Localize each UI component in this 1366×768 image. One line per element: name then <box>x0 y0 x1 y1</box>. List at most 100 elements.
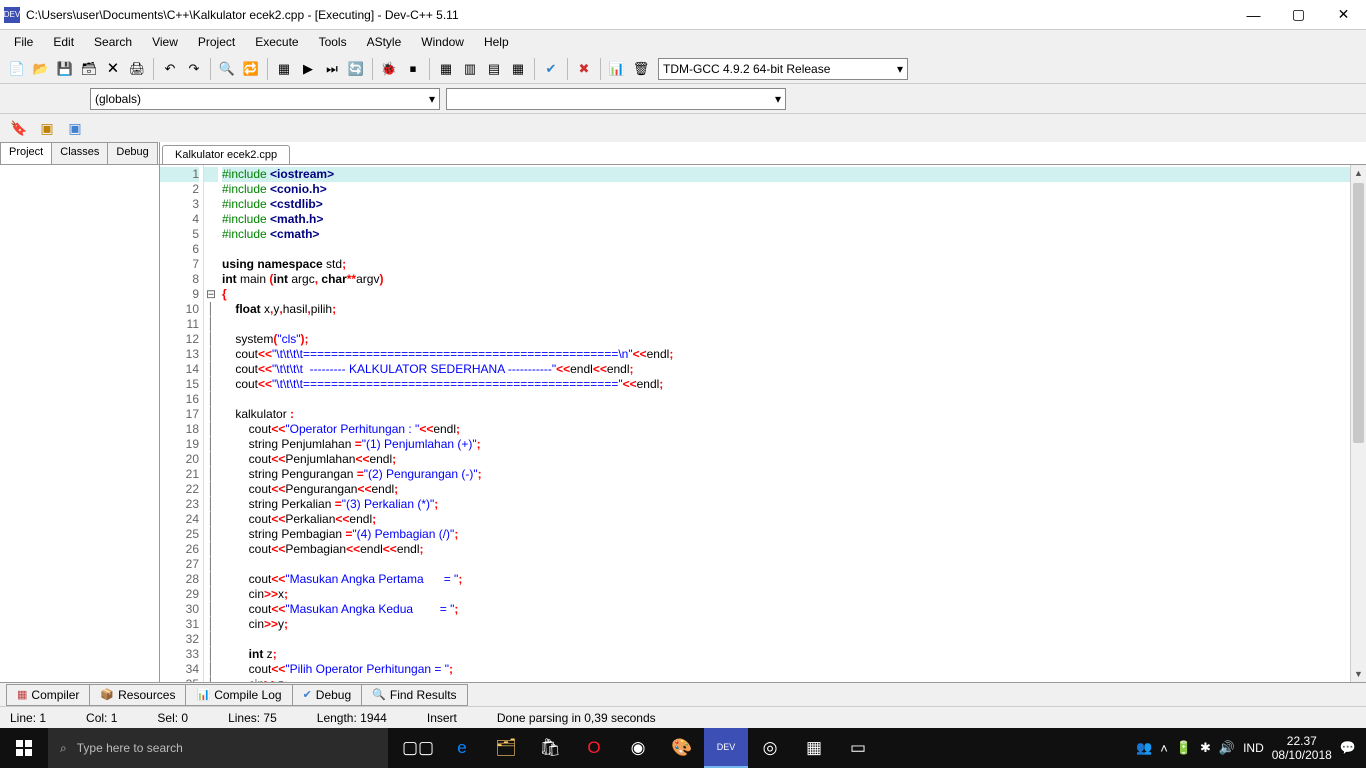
sidebar-tab-project[interactable]: Project <box>0 142 52 164</box>
compiler-combo-value: TDM-GCC 4.9.2 64-bit Release <box>663 62 830 76</box>
tab-icon: ✔ <box>303 688 312 701</box>
scope-combo[interactable]: ▾ <box>446 88 786 110</box>
clock[interactable]: 22.37 08/10/2018 <box>1272 734 1332 762</box>
windows-taskbar: ⌕ Type here to search ▢▢ e 🗂 🛍 O ◉ 🎨 DEV… <box>0 728 1366 768</box>
wifi-icon[interactable]: ✱ <box>1200 740 1211 756</box>
chevron-down-icon: ▾ <box>775 92 781 106</box>
menu-help[interactable]: Help <box>474 32 519 52</box>
insert-icon[interactable]: ▣ <box>64 117 86 139</box>
groove-icon[interactable]: ◎ <box>748 728 792 768</box>
tool-c-button[interactable]: ▤ <box>483 58 505 80</box>
menu-astyle[interactable]: AStyle <box>357 32 412 52</box>
rebuild-button[interactable]: 🔄 <box>345 58 367 80</box>
status-bar: Line: 1 Col: 1 Sel: 0 Lines: 75 Length: … <box>0 706 1366 728</box>
language-indicator[interactable]: IND <box>1243 741 1264 755</box>
tool-a-button[interactable]: ▦ <box>435 58 457 80</box>
print-button[interactable]: 🖨 <box>126 58 148 80</box>
line-number-gutter: 1234567891011121314151617181920212223242… <box>160 165 204 682</box>
menu-window[interactable]: Window <box>411 32 474 52</box>
menu-file[interactable]: File <box>4 32 43 52</box>
store-icon[interactable]: 🛍 <box>528 728 572 768</box>
chrome-icon[interactable]: ◉ <box>616 728 660 768</box>
open-button[interactable]: 📂 <box>30 58 52 80</box>
tool-d-button[interactable]: ▦ <box>507 58 529 80</box>
secondary-toolbar: (globals) ▾ ▾ <box>0 84 1366 114</box>
check-button[interactable]: ✔ <box>540 58 562 80</box>
taskbar-apps: ▢▢ e 🗂 🛍 O ◉ 🎨 DEV ◎ ▦ ▭ <box>396 728 880 768</box>
paint-icon[interactable]: 🎨 <box>660 728 704 768</box>
scroll-up-icon[interactable]: ▲ <box>1351 165 1366 181</box>
taskview-icon[interactable]: ▢▢ <box>396 728 440 768</box>
tab-icon: ▦ <box>17 688 27 701</box>
title-bar: DEV C:\Users\user\Documents\C++\Kalkulat… <box>0 0 1366 30</box>
replace-button[interactable]: 🔁 <box>240 58 262 80</box>
tab-icon: 📦 <box>100 688 114 701</box>
menu-tools[interactable]: Tools <box>309 32 357 52</box>
bookmark-icon[interactable]: 🔖 <box>8 117 30 139</box>
vertical-scrollbar[interactable]: ▲ ▼ <box>1350 165 1366 682</box>
explorer-icon[interactable]: 🗂 <box>484 728 528 768</box>
battery-icon[interactable]: 🔋 <box>1176 740 1192 756</box>
opera-icon[interactable]: O <box>572 728 616 768</box>
trash-button[interactable]: 🗑 <box>630 58 652 80</box>
globals-combo-value: (globals) <box>95 92 141 106</box>
taskbar-search[interactable]: ⌕ Type here to search <box>48 728 388 768</box>
save-all-button[interactable]: 🗃 <box>78 58 100 80</box>
bottom-tab-resources[interactable]: 📦Resources <box>89 684 186 706</box>
save-button[interactable]: 💾 <box>54 58 76 80</box>
close-file-button[interactable]: 🗙 <box>102 58 124 80</box>
fold-column[interactable]: ⊟││││││││││││││││││││││││││ <box>204 165 218 682</box>
edge-icon[interactable]: e <box>440 728 484 768</box>
editor-tab[interactable]: Kalkulator ecek2.cpp <box>162 145 290 164</box>
tool-b-button[interactable]: ▥ <box>459 58 481 80</box>
scrollbar-thumb[interactable] <box>1353 183 1364 443</box>
sidebar-tab-classes[interactable]: Classes <box>51 142 108 164</box>
tab-icon: 📊 <box>196 688 210 701</box>
code-area[interactable]: 1234567891011121314151617181920212223242… <box>160 164 1366 682</box>
find-button[interactable]: 🔍 <box>216 58 238 80</box>
new-file-button[interactable]: 📄 <box>6 58 28 80</box>
compile-button[interactable]: ▦ <box>273 58 295 80</box>
globals-combo[interactable]: (globals) ▾ <box>90 88 440 110</box>
chevron-down-icon: ▾ <box>897 62 903 76</box>
minimize-button[interactable]: — <box>1231 0 1276 30</box>
profile-button[interactable]: 📊 <box>606 58 628 80</box>
people-icon[interactable]: 👥 <box>1136 740 1152 756</box>
status-length: Length: 1944 <box>317 711 387 725</box>
bottom-tab-compiler[interactable]: ▦Compiler <box>6 684 90 706</box>
maximize-button[interactable]: ▢ <box>1276 0 1321 30</box>
cmd-icon[interactable]: ▭ <box>836 728 880 768</box>
tab-label: Find Results <box>390 688 457 702</box>
sidebar-tab-debug[interactable]: Debug <box>107 142 157 164</box>
sidebar-tabs: ProjectClassesDebug <box>0 142 159 164</box>
goto-icon[interactable]: ▣ <box>36 117 58 139</box>
volume-icon[interactable]: 🔊 <box>1219 740 1235 756</box>
calculator-icon[interactable]: ▦ <box>792 728 836 768</box>
bottom-tab-find-results[interactable]: 🔍 Find Results <box>361 684 467 706</box>
code-content[interactable]: #include <iostream>#include <conio.h>#in… <box>218 165 1366 682</box>
close-button[interactable]: ✕ <box>1321 0 1366 30</box>
menu-edit[interactable]: Edit <box>43 32 84 52</box>
editor-tabs: Kalkulator ecek2.cpp <box>160 142 1366 164</box>
menu-project[interactable]: Project <box>188 32 245 52</box>
scroll-down-icon[interactable]: ▼ <box>1351 666 1366 682</box>
run-button[interactable]: ▶ <box>297 58 319 80</box>
redo-button[interactable]: ↷ <box>183 58 205 80</box>
bottom-tab-debug[interactable]: ✔Debug <box>292 684 363 706</box>
menu-execute[interactable]: Execute <box>245 32 308 52</box>
undo-button[interactable]: ↶ <box>159 58 181 80</box>
tab-icon: 🔍 <box>372 688 386 701</box>
devcpp-icon[interactable]: DEV <box>704 728 748 768</box>
menu-search[interactable]: Search <box>84 32 142 52</box>
delete-button[interactable]: ✖ <box>573 58 595 80</box>
debug-button[interactable]: 🐞 <box>378 58 400 80</box>
status-lines: Lines: 75 <box>228 711 277 725</box>
tray-chevron-icon[interactable]: ˄ <box>1160 741 1168 756</box>
bottom-tab-compile-log[interactable]: 📊Compile Log <box>185 684 292 706</box>
notifications-icon[interactable]: 💬 <box>1340 740 1356 756</box>
stop-button[interactable]: ⏹ <box>402 58 424 80</box>
menu-view[interactable]: View <box>142 32 188 52</box>
start-button[interactable] <box>0 728 48 768</box>
compiler-combo[interactable]: TDM-GCC 4.9.2 64-bit Release ▾ <box>658 58 908 80</box>
compile-run-button[interactable]: ⏭ <box>321 58 343 80</box>
